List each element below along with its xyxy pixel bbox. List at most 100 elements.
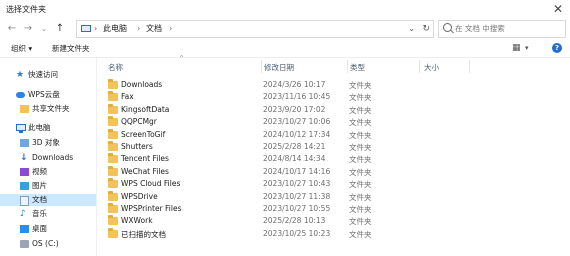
column-divider[interactable] — [419, 60, 420, 73]
breadcrumb-documents[interactable]: 文档 — [146, 21, 162, 37]
file-modified-date: 2024/3/26 10:17 — [263, 80, 326, 89]
file-modified-date: 2023/10/25 10:23 — [263, 228, 331, 238]
file-name: WPS Cloud Files — [121, 179, 181, 189]
file-type: 文件夹 — [349, 229, 372, 239]
recent-locations-chevron-icon[interactable]: ⌄ — [36, 21, 52, 37]
up-arrow-icon[interactable]: ↑ — [52, 21, 68, 37]
view-options-icon[interactable]: ▦ — [512, 42, 521, 54]
close-icon[interactable]: ✕ — [550, 1, 566, 17]
column-divider[interactable] — [469, 60, 470, 73]
address-bar[interactable]: › 此电脑 › 文档 › ⌄ ↻ — [76, 20, 434, 38]
sidebar-item-desktop[interactable]: 桌面 — [0, 223, 96, 235]
file-modified-date: 2024/10/12 17:34 — [263, 129, 331, 139]
video-icon — [20, 168, 29, 176]
3d-objects-icon — [20, 139, 29, 147]
sidebar-item-label: WPS云盘 — [28, 90, 60, 99]
file-row[interactable]: WXWork 2025/2/28 10:13 文件夹 — [105, 215, 465, 227]
sidebar-item-shared-folder[interactable]: 共享文件夹 — [0, 103, 96, 115]
sidebar-item-label: 图片 — [32, 181, 47, 190]
file-type: 文件夹 — [349, 180, 372, 190]
file-row[interactable]: Fax 2023/11/16 10:45 文件夹 — [105, 91, 465, 103]
column-header-date[interactable]: 修改日期 — [264, 62, 294, 73]
file-name: WPSPrinter Files — [121, 204, 182, 213]
computer-small-icon — [81, 21, 91, 37]
file-row[interactable]: Downloads 2024/3/26 10:17 文件夹 — [105, 79, 465, 91]
file-modified-date: 2025/2/28 10:13 — [263, 216, 326, 226]
file-row[interactable]: WPSPrinter Files 2023/10/27 10:55 文件夹 — [105, 203, 465, 215]
sidebar-item-os-c[interactable]: OS (C:) — [0, 238, 96, 250]
sidebar-item-label: 视频 — [32, 167, 47, 176]
column-divider[interactable] — [347, 60, 348, 73]
file-name: WeChat Files — [121, 166, 169, 176]
back-arrow-icon[interactable]: ← — [4, 21, 20, 37]
desktop-icon — [20, 225, 29, 233]
file-modified-date: 2023/10/27 11:38 — [263, 191, 331, 201]
folder-icon — [108, 203, 118, 213]
file-name: WXWork — [121, 216, 153, 226]
file-type: 文件夹 — [349, 118, 372, 128]
search-input[interactable] — [455, 22, 561, 35]
file-name: Shutters — [121, 142, 153, 151]
file-row[interactable]: QQPCMgr 2023/10/27 10:06 文件夹 — [105, 116, 465, 128]
cloud-icon — [16, 92, 25, 98]
file-type: 文件夹 — [349, 167, 372, 177]
sidebar-item-this-pc[interactable]: 此电脑 — [0, 122, 96, 134]
sidebar-item-3d-objects[interactable]: 3D 对象 — [0, 137, 96, 149]
column-header-type[interactable]: 类型 — [350, 62, 365, 73]
file-type: 文件夹 — [349, 105, 372, 115]
breadcrumb-this-pc[interactable]: 此电脑 — [103, 21, 127, 37]
file-row[interactable]: Tencent Files 2024/8/14 14:34 文件夹 — [105, 153, 465, 165]
file-name: 已扫描的文档 — [121, 229, 166, 239]
folder-icon — [108, 153, 118, 164]
folder-picker-dialog: 选择文件夹 ✕ ← → ⌄ ↑ › 此电脑 › 文档 › ⌄ ↻ 组织 ▾ 新建… — [0, 0, 570, 256]
column-header-name[interactable]: 名称 — [108, 62, 123, 73]
file-name: WPSDrive — [121, 191, 158, 201]
sidebar-item-label: 桌面 — [32, 224, 47, 233]
folder-icon — [108, 165, 118, 176]
file-row[interactable]: KingsoftData 2023/9/20 17:02 文件夹 — [105, 103, 465, 116]
file-type: 文件夹 — [349, 130, 372, 140]
file-type: 文件夹 — [349, 93, 372, 103]
sidebar-item-quick-access[interactable]: ★ 快速访问 — [0, 69, 96, 81]
navigation-pane: ★ 快速访问 WPS云盘 共享文件夹 此电脑 3D 对象 ↓ Downloads… — [0, 58, 97, 256]
sidebar-item-label: 此电脑 — [28, 123, 51, 132]
folder-icon — [108, 141, 118, 151]
sidebar-item-documents[interactable]: 文档 — [0, 194, 96, 206]
computer-icon — [16, 124, 26, 133]
download-icon: ↓ — [20, 153, 28, 163]
file-type: 文件夹 — [349, 192, 372, 202]
view-dropdown-icon[interactable]: ▾ — [525, 42, 529, 54]
star-icon: ★ — [16, 70, 25, 80]
forward-arrow-icon[interactable]: → — [20, 21, 36, 37]
column-header-size[interactable]: 大小 — [424, 62, 439, 73]
organize-button[interactable]: 组织 ▾ — [11, 43, 32, 54]
folder-icon — [108, 178, 118, 189]
file-list: ^ 名称 修改日期 类型 大小 Downloads 2024/3/26 10:17… — [97, 55, 570, 256]
folder-icon — [108, 190, 118, 201]
file-row[interactable]: WPS Cloud Files 2023/10/27 10:43 文件夹 — [105, 178, 465, 190]
file-type: 文件夹 — [349, 143, 372, 152]
file-row[interactable]: ScreenToGif 2024/10/12 17:34 文件夹 — [105, 128, 465, 141]
file-name: QQPCMgr — [121, 117, 157, 127]
file-row[interactable]: Shutters 2025/2/28 14:21 文件夹 — [105, 141, 465, 153]
help-icon[interactable]: ? — [552, 43, 562, 53]
sidebar-item-music[interactable]: ♪ 音乐 — [0, 208, 96, 220]
sidebar-item-pictures[interactable]: 图片 — [0, 180, 96, 192]
file-row[interactable]: WeChat Files 2024/10/17 14:16 文件夹 — [105, 165, 465, 178]
new-folder-button[interactable]: 新建文件夹 — [52, 43, 90, 54]
sidebar-item-wps-cloud[interactable]: WPS云盘 — [0, 89, 96, 101]
file-modified-date: 2023/10/27 10:43 — [263, 179, 331, 189]
column-divider[interactable] — [261, 60, 262, 73]
file-name: ScreenToGif — [121, 129, 166, 139]
file-row[interactable]: WPSDrive 2023/10/27 11:38 文件夹 — [105, 190, 465, 203]
file-modified-date: 2023/9/20 17:02 — [263, 104, 326, 114]
sidebar-item-videos[interactable]: 视频 — [0, 166, 96, 178]
search-box[interactable] — [438, 20, 566, 38]
address-dropdown-icon[interactable]: ⌄ — [408, 21, 415, 37]
sidebar-item-downloads[interactable]: ↓ Downloads — [0, 152, 96, 164]
refresh-icon[interactable]: ↻ — [422, 21, 430, 37]
file-row[interactable]: 已扫描的文档 2023/10/25 10:23 文件夹 — [105, 227, 465, 240]
file-name: Tencent Files — [121, 154, 169, 164]
sidebar-item-label: 音乐 — [32, 209, 47, 218]
breadcrumb-separator-icon: › — [94, 24, 98, 33]
